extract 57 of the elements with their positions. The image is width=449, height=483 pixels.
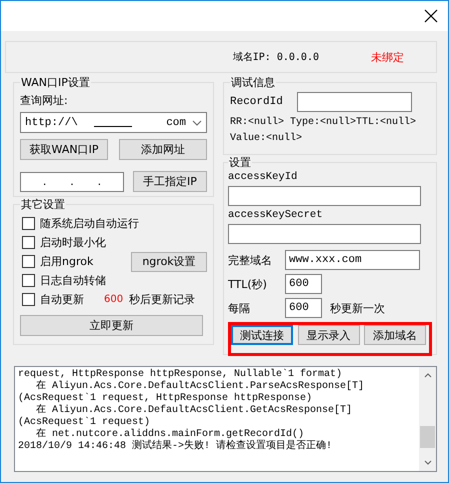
- option-label: 启动时最小化: [40, 235, 106, 250]
- option-label: 启用ngrok: [40, 254, 94, 269]
- url-dropdown[interactable]: http://\ com: [20, 112, 207, 133]
- log-line: 在 Aliyun.Acs.Core.DefaultAcsClient.GetAcsResponse[T]: [35, 405, 354, 416]
- close-icon[interactable]: [424, 9, 438, 23]
- countdown-label: 秒后更新记录: [129, 292, 196, 307]
- field-suffix: 秒更新一次: [330, 300, 385, 316]
- group-title: 调试信息: [230, 75, 276, 90]
- log-line: 2018/10/9 14:46:48 测试结果->失败! 请检查设置项目是否正确!: [18, 441, 334, 453]
- field-label: accessKeyId: [228, 171, 298, 185]
- option-label: 随系统启动自动运行: [40, 216, 139, 231]
- action-button[interactable]: 显示录入: [298, 325, 360, 345]
- log-line: (AcsRequest`1 request): [18, 417, 152, 428]
- action-button[interactable]: 获取WAN口IP: [20, 139, 108, 160]
- action-button[interactable]: 测试连接: [231, 325, 293, 345]
- action-button[interactable]: 添加域名: [364, 325, 426, 345]
- field-label: TTL(秒): [228, 276, 268, 292]
- field-label: accessKeySecret: [228, 209, 324, 223]
- ip-address-field[interactable]: . . .: [20, 172, 124, 192]
- scrollbar[interactable]: [419, 367, 436, 471]
- group-title: 设置: [228, 155, 252, 170]
- query-url-label: 查询网址:: [20, 93, 69, 109]
- checkbox[interactable]: [22, 274, 35, 287]
- text-field[interactable]: [228, 186, 421, 206]
- ngrok-settings-button[interactable]: ngrok设置: [131, 252, 207, 272]
- group-title: 其它设置: [20, 197, 66, 212]
- binding-status: 未绑定: [371, 50, 404, 64]
- record-id-label: RecordId: [230, 96, 283, 108]
- text-field[interactable]: www.xxx.com: [285, 250, 420, 270]
- scroll-up-icon[interactable]: [424, 373, 432, 378]
- log-line: 在 net.nutcore.aliddns.mainForm.getRecordId(): [35, 429, 306, 440]
- log-line: request, HttpResponse httpResponse, Nullable`1 format): [18, 369, 344, 380]
- text-field[interactable]: 600: [285, 274, 322, 294]
- group-title: WAN口IP设置: [20, 75, 91, 90]
- record-value: Value:<null>: [230, 133, 304, 144]
- text-field[interactable]: [228, 224, 421, 244]
- checkbox[interactable]: [22, 255, 35, 268]
- action-button[interactable]: 添加网址: [119, 139, 207, 160]
- log-line: 在 Aliyun.Acs.Core.DefaultAcsClient.ParseAcsResponse[T]: [35, 381, 366, 392]
- scroll-down-icon[interactable]: [424, 460, 432, 465]
- domain-ip-label: 域名IP: 0.0.0.0: [232, 50, 319, 64]
- field-label: 每隔: [228, 300, 251, 316]
- countdown-value: 600: [104, 294, 124, 305]
- caret-icon: [192, 120, 202, 126]
- option-label: 日志自动转储: [40, 273, 106, 288]
- option-label: 自动更新: [40, 292, 84, 307]
- scroll-thumb[interactable]: [420, 426, 435, 448]
- text-field[interactable]: 600: [285, 298, 322, 318]
- update-now-button[interactable]: 立即更新: [20, 315, 203, 336]
- manual-ip-button[interactable]: 手工指定IP: [133, 171, 207, 192]
- checkbox[interactable]: [22, 217, 35, 230]
- record-info: RR:<null> Type:<null>TTL:<null>: [230, 117, 418, 128]
- record-id-field[interactable]: [296, 92, 412, 112]
- log-line: (AcsRequest`1 request, HttpResponse httpResponse): [18, 393, 314, 404]
- field-label: 完整域名: [228, 252, 273, 268]
- checkbox[interactable]: [22, 293, 35, 306]
- checkbox[interactable]: [22, 236, 35, 249]
